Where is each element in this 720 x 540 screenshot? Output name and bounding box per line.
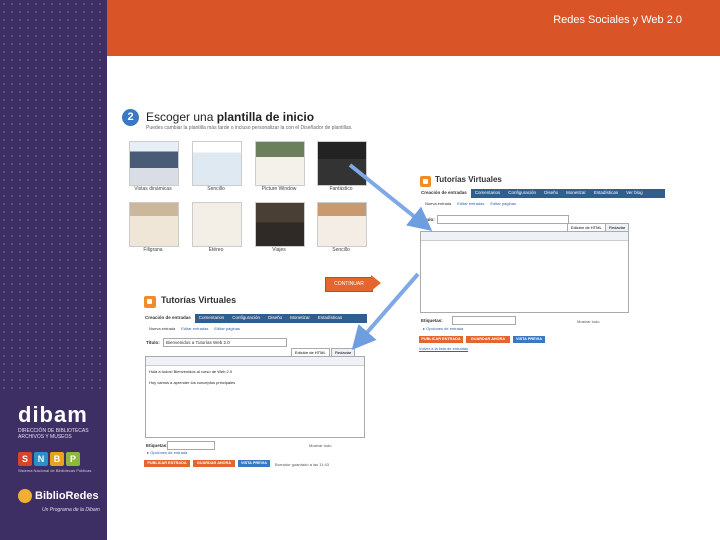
guide-arrows [348,163,433,351]
arrow-to-left-editor-icon [351,272,420,351]
arrow-to-right-editor-icon [348,163,433,232]
